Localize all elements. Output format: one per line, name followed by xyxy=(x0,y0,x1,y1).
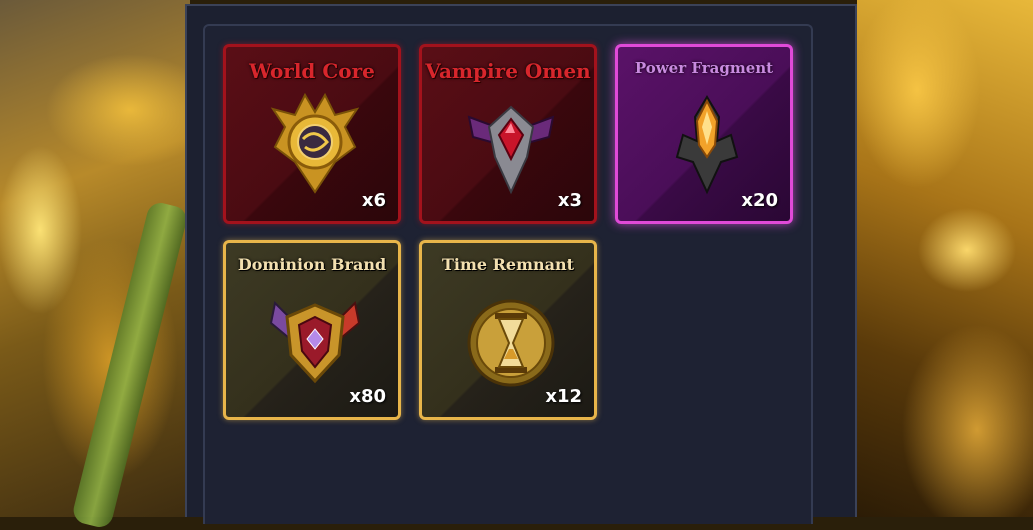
ruby-winged-emblem-icon xyxy=(467,105,555,195)
item-name: Time Remnant xyxy=(441,255,575,274)
flame-crest-emblem-icon xyxy=(675,95,739,195)
inventory-slot-world-core[interactable]: World Core x6 xyxy=(223,44,401,224)
golden-orb-emblem-icon xyxy=(270,92,360,194)
inventory-slot-dominion-brand[interactable]: Dominion Brand x80 xyxy=(223,240,401,420)
item-count: x3 xyxy=(557,190,582,211)
inventory-slot-time-remnant[interactable]: Time Remnant x12 xyxy=(419,240,597,420)
inventory-slot-vampire-omen[interactable]: Vampire Omen x3 xyxy=(419,44,597,224)
item-count: x80 xyxy=(349,386,386,407)
item-name: Vampire Omen xyxy=(425,59,591,83)
background-art-left xyxy=(0,0,190,530)
background-strap xyxy=(70,200,190,530)
item-name: World Core xyxy=(249,59,375,83)
inventory-grid: World Core x6 Vampire Omen x3 Power Frag… xyxy=(203,24,813,524)
item-count: x6 xyxy=(361,190,386,211)
inventory-slot-power-fragment[interactable]: Power Fragment x20 xyxy=(615,44,793,224)
inventory-panel: World Core x6 Vampire Omen x3 Power Frag… xyxy=(185,4,857,524)
background-art-right xyxy=(857,0,1033,517)
item-count: x20 xyxy=(741,190,778,211)
item-count: x12 xyxy=(545,386,582,407)
item-name: Power Fragment xyxy=(634,59,774,77)
shield-gem-emblem-icon xyxy=(269,300,361,384)
hourglass-emblem-icon xyxy=(467,299,555,387)
item-name: Dominion Brand xyxy=(237,255,387,274)
